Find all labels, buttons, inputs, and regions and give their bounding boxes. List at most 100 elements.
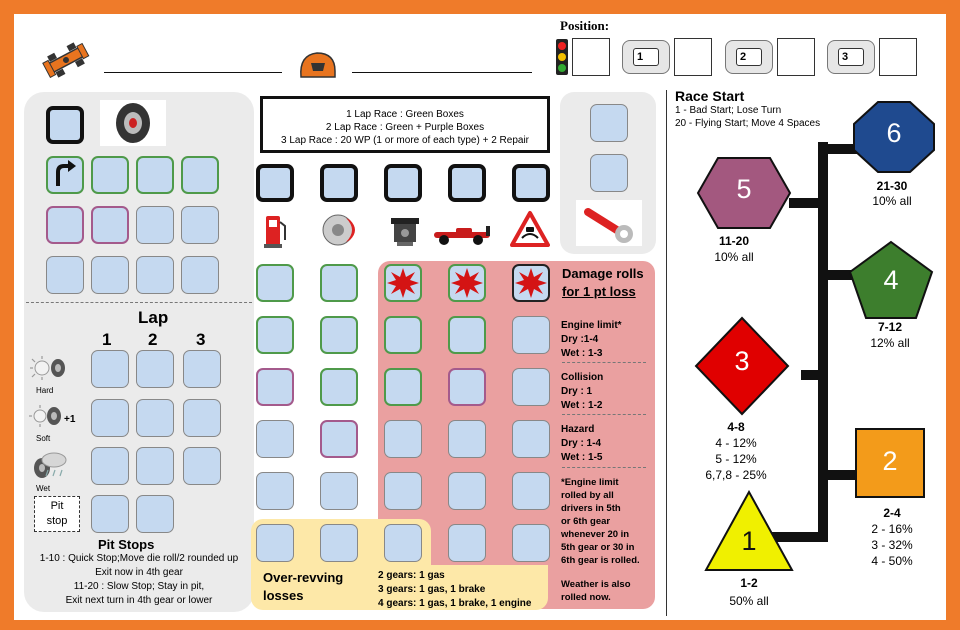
wear-box-purple[interactable] xyxy=(256,368,294,406)
tire-box[interactable] xyxy=(181,256,219,294)
wear-box-purple[interactable] xyxy=(320,420,358,458)
wear-box-green[interactable] xyxy=(256,316,294,354)
team-name-line[interactable] xyxy=(352,72,532,73)
position-box-lap-2[interactable] xyxy=(777,38,815,76)
driver-name-line[interactable] xyxy=(104,72,282,73)
wear-box[interactable] xyxy=(256,524,294,562)
lap-2-icon: 2 xyxy=(725,40,773,74)
tire-box-purple[interactable] xyxy=(46,206,84,244)
tire-box[interactable] xyxy=(46,256,84,294)
wear-box[interactable] xyxy=(256,472,294,510)
wear-box[interactable] xyxy=(448,420,486,458)
note-line: whenever 20 in xyxy=(561,529,630,540)
overrev-line-1: 2 gears: 1 gas xyxy=(378,570,445,581)
wear-track-box-chassis[interactable] xyxy=(448,164,486,202)
wear-track-box-gas[interactable] xyxy=(256,164,294,202)
gear-2-number: 2 xyxy=(882,446,898,476)
wear-box[interactable] xyxy=(384,472,422,510)
wear-box-gas[interactable] xyxy=(256,264,294,302)
tire-icon xyxy=(100,100,166,146)
lap-box-soft-3[interactable] xyxy=(183,399,221,437)
damage-box-engine[interactable] xyxy=(384,264,422,302)
tire-box-green[interactable] xyxy=(91,156,129,194)
wear-box[interactable] xyxy=(256,420,294,458)
engine-limit-title: Engine limit* xyxy=(561,320,622,331)
gear-2-odds-1: 2 - 16% xyxy=(871,522,913,536)
wear-box[interactable] xyxy=(512,368,550,406)
damage-box-chassis[interactable] xyxy=(448,264,486,302)
pit-stop-label-line-2: stop xyxy=(46,515,68,527)
lap-box-soft-1[interactable] xyxy=(91,399,129,437)
weather-note: Weather is also rolled now. xyxy=(561,578,631,604)
wear-box-green[interactable] xyxy=(448,316,486,354)
lap-column-3: 3 xyxy=(196,330,206,349)
tire-box[interactable] xyxy=(136,256,174,294)
lap-column-1: 1 xyxy=(102,330,112,349)
pit-stops-line-1: 1-10 : Quick Stop;Move die roll/2 rounde… xyxy=(39,553,239,564)
brake-disc-icon xyxy=(322,214,355,246)
repair-box-2[interactable] xyxy=(590,154,628,192)
gear-6-number: 6 xyxy=(886,118,902,148)
lap-box-soft-2[interactable] xyxy=(136,399,174,437)
tire-box[interactable] xyxy=(136,206,174,244)
wear-box[interactable] xyxy=(320,472,358,510)
tire-box-green[interactable] xyxy=(46,156,84,194)
repair-box-1[interactable] xyxy=(590,104,628,142)
lap-box-hard-2[interactable] xyxy=(136,350,174,388)
wear-box[interactable] xyxy=(320,524,358,562)
tire-wear-box[interactable] xyxy=(46,106,84,144)
wear-box[interactable] xyxy=(384,420,422,458)
overrev-line-3: 4 gears: 1 gas, 1 brake, 1 engine xyxy=(378,598,532,609)
note-line: rolled by all xyxy=(561,490,614,501)
position-box-lap-1[interactable] xyxy=(674,38,712,76)
divider xyxy=(562,467,646,468)
lap-box-wet-2[interactable] xyxy=(136,447,174,485)
wear-box[interactable] xyxy=(512,420,550,458)
tire-box[interactable] xyxy=(91,256,129,294)
lap-box-hard-3[interactable] xyxy=(183,350,221,388)
gear-3-range: 4-8 xyxy=(727,420,745,434)
traffic-light-icon xyxy=(556,39,568,75)
pit-stop-box-2[interactable] xyxy=(136,495,174,533)
wear-track-box-engine[interactable] xyxy=(384,164,422,202)
explosion-icon xyxy=(387,268,419,298)
gear-2-odds-2: 3 - 32% xyxy=(871,538,913,552)
position-box-start[interactable] xyxy=(572,38,610,76)
wear-box-purple[interactable] xyxy=(448,368,486,406)
race-rules-line-1: 1 Lap Race : Green Boxes xyxy=(346,109,464,120)
tire-box-green[interactable] xyxy=(136,156,174,194)
wear-box[interactable] xyxy=(448,524,486,562)
hazard-wet: Wet : 1-5 xyxy=(561,452,603,463)
tire-box-green[interactable] xyxy=(181,156,219,194)
wear-track-box-brakes[interactable] xyxy=(320,164,358,202)
gear-4-odds: 12% all xyxy=(870,336,910,350)
wear-box-brakes[interactable] xyxy=(320,264,358,302)
gear-3-number: 3 xyxy=(734,346,750,376)
pit-stop-box-1[interactable] xyxy=(91,495,129,533)
lap-box-hard-1[interactable] xyxy=(91,350,129,388)
wear-box-green[interactable] xyxy=(320,368,358,406)
wear-box[interactable] xyxy=(512,316,550,354)
tire-box[interactable] xyxy=(181,206,219,244)
wear-box-green[interactable] xyxy=(384,316,422,354)
wear-box[interactable] xyxy=(512,472,550,510)
wear-track-box-hazard[interactable] xyxy=(512,164,550,202)
gear-3-odds-1: 4 - 12% xyxy=(715,436,757,450)
collision-wet: Wet : 1-2 xyxy=(561,400,603,411)
race-car-icon xyxy=(42,42,90,78)
wear-box-green[interactable] xyxy=(320,316,358,354)
wear-box[interactable] xyxy=(512,524,550,562)
gear-3-odds-2: 5 - 12% xyxy=(715,452,757,466)
tire-box-purple[interactable] xyxy=(91,206,129,244)
note-line: drivers in 5th xyxy=(561,503,621,514)
damage-box-hazard[interactable] xyxy=(512,264,550,302)
wear-box[interactable] xyxy=(384,524,422,562)
note-line: rolled now. xyxy=(561,592,611,603)
position-box-lap-3[interactable] xyxy=(879,38,917,76)
lap-box-wet-3[interactable] xyxy=(183,447,221,485)
lap-box-wet-1[interactable] xyxy=(91,447,129,485)
wear-box[interactable] xyxy=(448,472,486,510)
gear-1-number: 1 xyxy=(741,526,757,556)
gear-6-range: 21-30 xyxy=(876,179,908,193)
wear-box-green[interactable] xyxy=(384,368,422,406)
